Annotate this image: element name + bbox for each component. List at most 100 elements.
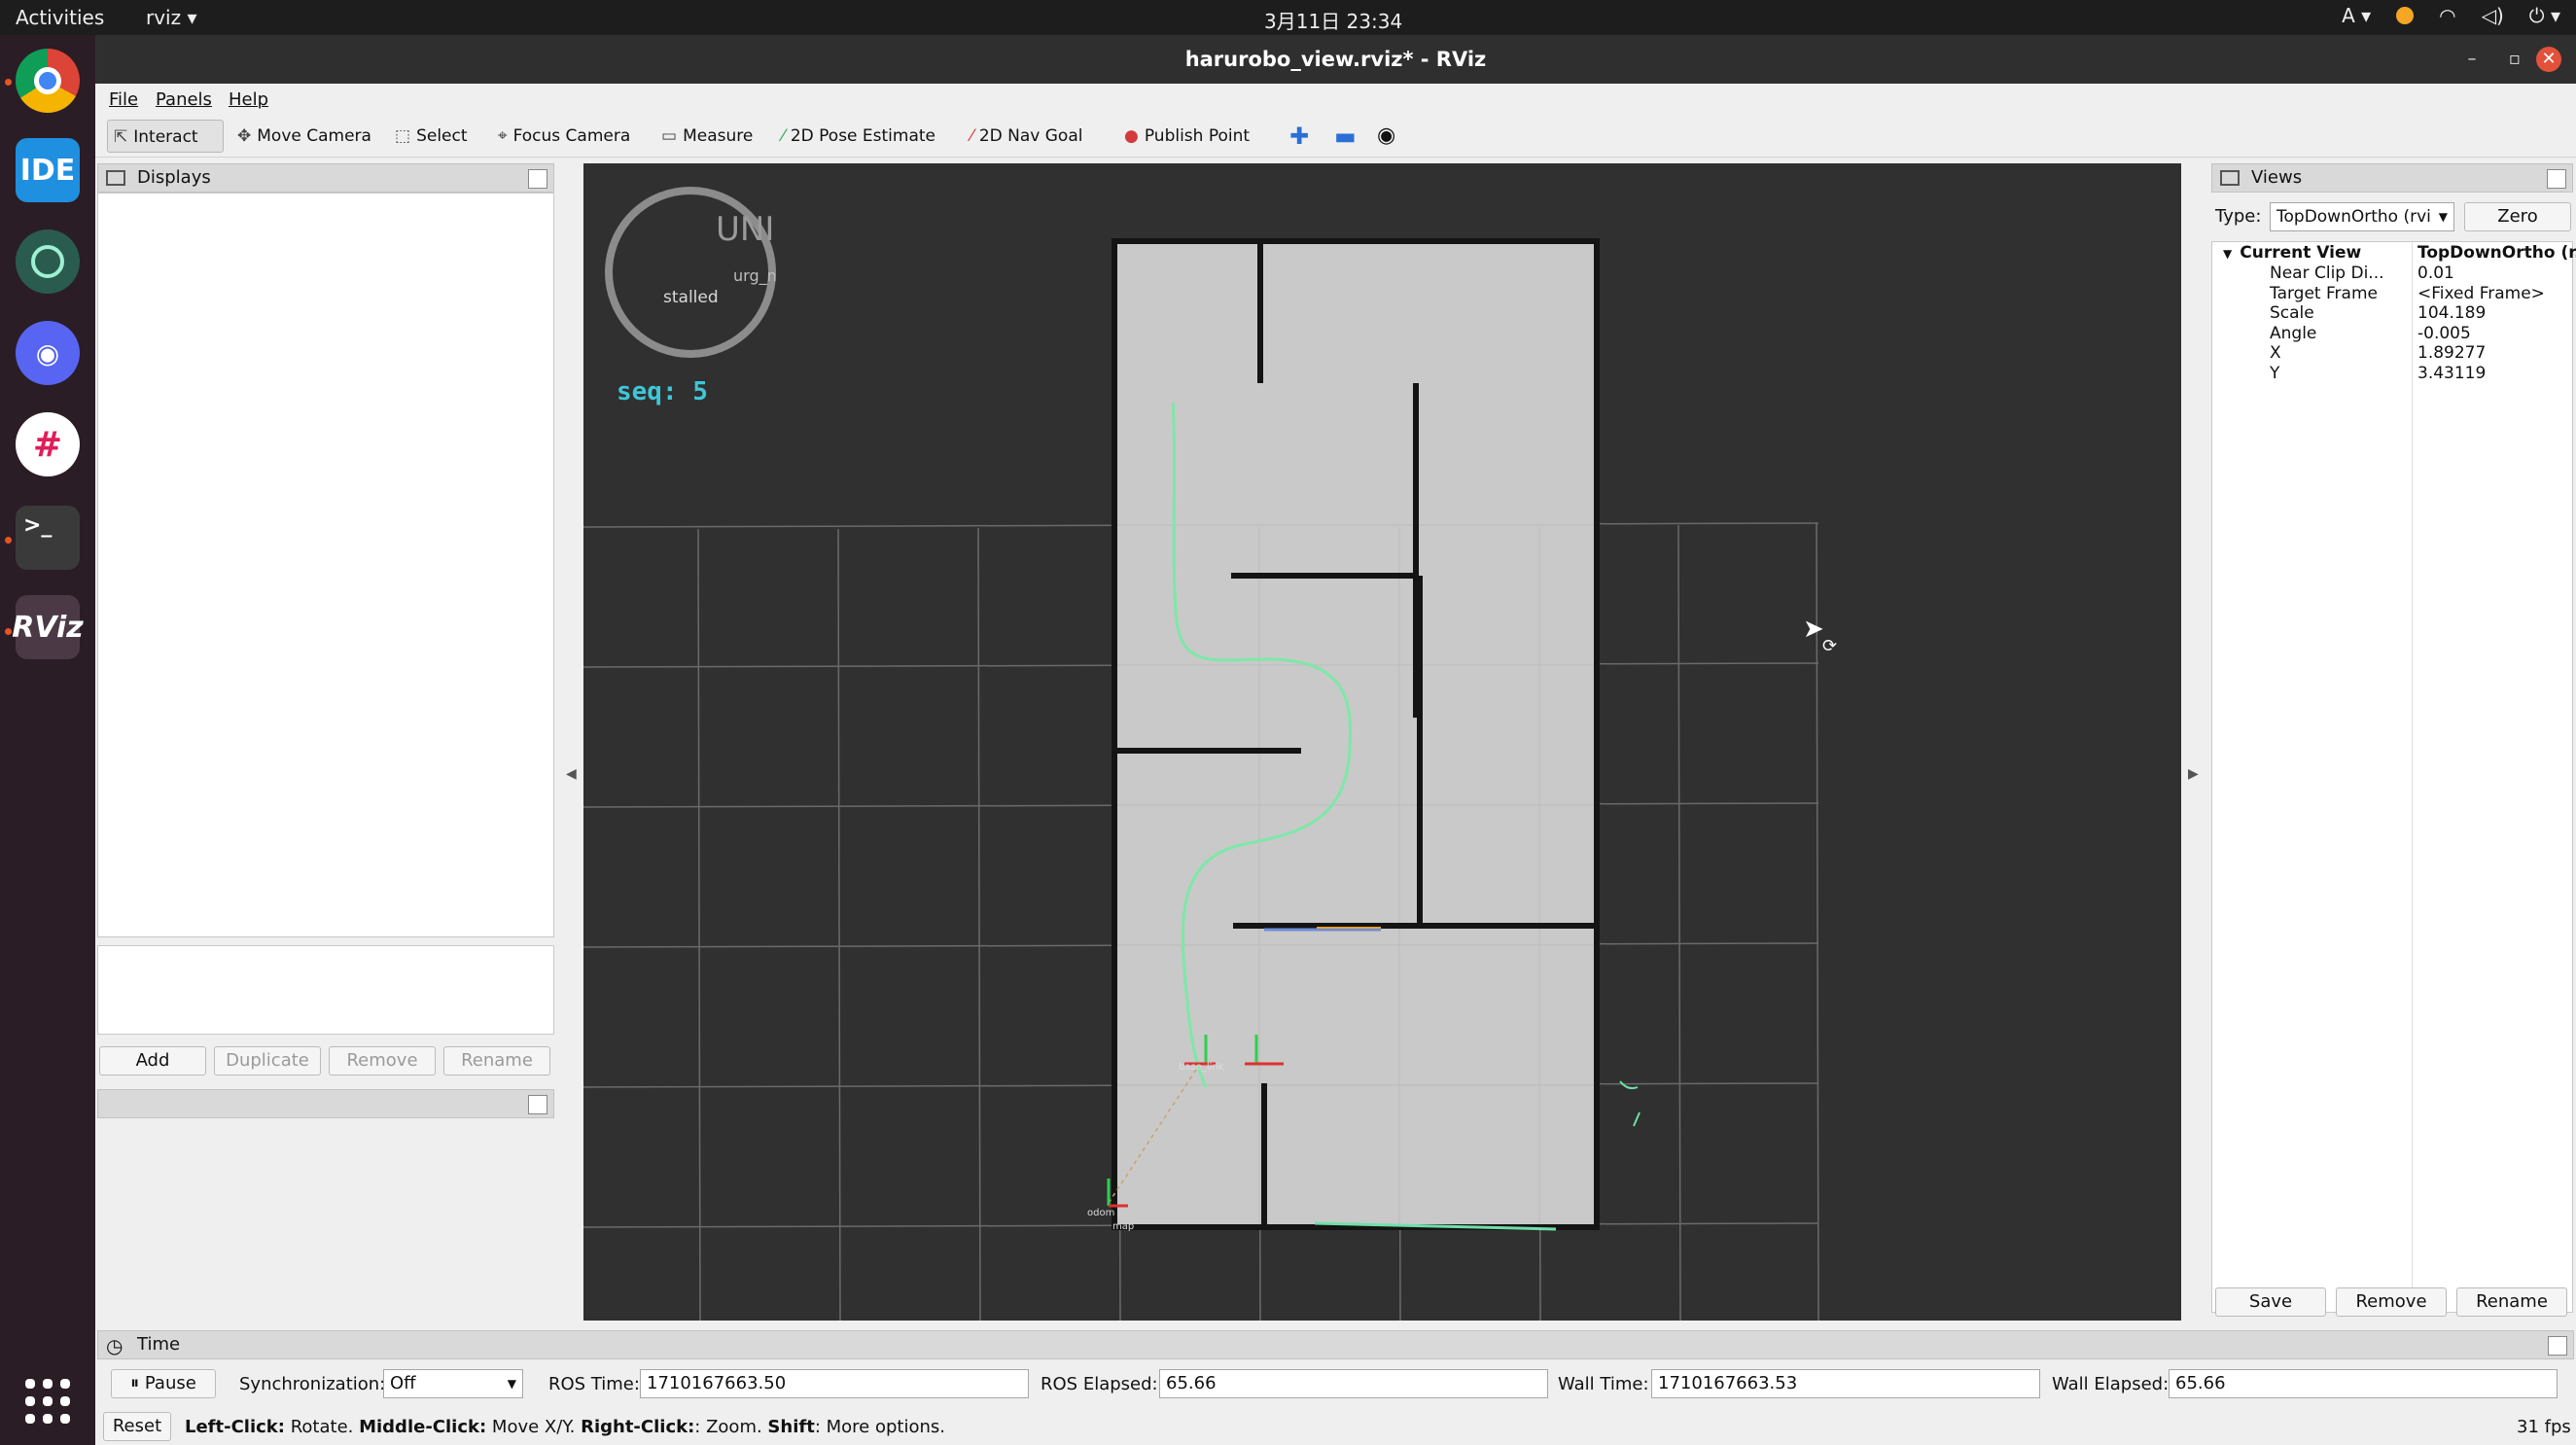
rename-view-button[interactable]: Rename: [2456, 1287, 2567, 1317]
remove-view-button[interactable]: Remove: [2336, 1287, 2447, 1317]
camera-icon: [2220, 170, 2240, 186]
views-panel-header[interactable]: Views: [2211, 163, 2573, 193]
map-pin-icon: ●: [1124, 126, 1139, 146]
show-apps-icon[interactable]: [25, 1379, 70, 1424]
menu-help[interactable]: Help: [229, 89, 268, 110]
expand-triangle-icon[interactable]: ▼: [2223, 247, 2232, 261]
running-indicator: [5, 79, 12, 86]
remove-tool-button[interactable]: ▬: [1328, 120, 1362, 153]
interact-tool[interactable]: ⇱ Interact: [107, 120, 224, 153]
system-tray[interactable]: A ▾ ◠ ◁) ⏻ ▾: [2342, 4, 2560, 27]
focus-camera-tool[interactable]: ⌖ Focus Camera: [492, 120, 636, 153]
view-prop-name: X: [2270, 343, 2281, 363]
current-view-value: TopDownOrtho (r...: [2417, 243, 2576, 263]
cursor-icon: ⇱: [114, 127, 128, 147]
zero-view-button[interactable]: Zero: [2464, 202, 2571, 231]
notification-dot-icon[interactable]: [2396, 7, 2415, 24]
wifi-icon[interactable]: ◠: [2439, 4, 2455, 27]
status-hint: Left-Click: Rotate. Middle-Click: Move X…: [185, 1417, 945, 1437]
power-icon[interactable]: ⏻ ▾: [2529, 4, 2560, 27]
view-prop-value[interactable]: 0.01: [2417, 264, 2454, 283]
activities-button[interactable]: Activities: [16, 6, 104, 29]
collapse-right-icon[interactable]: ▶: [2188, 766, 2199, 782]
sync-select[interactable]: Off ▼: [383, 1369, 523, 1398]
view-prop-name: Target Frame: [2270, 283, 2378, 303]
displays-tree[interactable]: [97, 193, 554, 937]
menu-file[interactable]: File: [109, 89, 138, 110]
pose-estimate-tool[interactable]: ⁄ 2D Pose Estimate: [776, 120, 941, 153]
time-panel-header[interactable]: ◷ Time: [97, 1330, 2574, 1359]
duplicate-display-button[interactable]: Duplicate: [214, 1046, 321, 1075]
measure-tool[interactable]: ▭ Measure: [655, 120, 759, 153]
seq-counter: seq: 5: [617, 377, 708, 406]
render-viewport[interactable]: UNI urg_n stalled seq: 5 base_link odom …: [583, 163, 2181, 1321]
view-type-select[interactable]: TopDownOrtho (rvi ▼: [2270, 202, 2454, 231]
close-button[interactable]: ✕: [2536, 47, 2561, 72]
volume-icon[interactable]: ◁): [2482, 4, 2504, 27]
undock-button[interactable]: [2548, 1336, 2567, 1356]
input-method-indicator[interactable]: A ▾: [2342, 4, 2371, 27]
tool-properties-button[interactable]: ◉: [1371, 120, 1401, 153]
slack-icon[interactable]: #: [16, 412, 80, 476]
current-view-row[interactable]: ▼ Current View: [2223, 243, 2361, 263]
menu-bar: File Panels Help: [95, 84, 2576, 115]
maximize-button[interactable]: ▫: [2502, 47, 2527, 72]
reset-button[interactable]: Reset: [103, 1412, 171, 1441]
wall-elapsed-field[interactable]: 65.66: [2169, 1369, 2558, 1398]
menu-panels[interactable]: Panels: [156, 89, 212, 110]
ide-icon[interactable]: IDE: [16, 138, 80, 202]
fps-counter: 31 fps: [2517, 1417, 2571, 1437]
pause-button[interactable]: ⏸ Pause: [111, 1369, 216, 1398]
discord-icon[interactable]: ◉: [16, 321, 80, 385]
rotate-cursor-icon: ⟳: [1822, 636, 1838, 656]
displays-panel-header[interactable]: Displays: [97, 163, 554, 193]
nav-goal-tool[interactable]: ⁄ 2D Nav Goal: [965, 120, 1088, 153]
view-prop-value[interactable]: -0.005: [2417, 324, 2471, 343]
app-menu[interactable]: rviz ▾: [146, 6, 197, 29]
add-display-button[interactable]: Add: [99, 1046, 206, 1075]
monitor-icon: [106, 170, 125, 186]
ros-time-field[interactable]: 1710167663.50: [640, 1369, 1029, 1398]
ruler-icon: ▭: [661, 126, 678, 146]
view-prop-value[interactable]: <Fixed Frame>: [2417, 284, 2545, 303]
minimize-button[interactable]: –: [2459, 47, 2485, 72]
overlay-subtitle: urg_n: [733, 266, 777, 285]
publish-point-tool[interactable]: ● Publish Point: [1118, 120, 1255, 153]
terminal-icon[interactable]: >_: [16, 506, 80, 570]
view-prop-value[interactable]: 104.189: [2417, 303, 2486, 323]
dock: IDE ◉ # >_ RViz: [0, 35, 95, 1445]
ros-elapsed-field[interactable]: 65.66: [1159, 1369, 1548, 1398]
running-indicator: [5, 537, 12, 544]
ros-elapsed-label: ROS Elapsed:: [1041, 1374, 1158, 1394]
gitkraken-icon[interactable]: [16, 229, 80, 294]
clock[interactable]: 3月11日 23:34: [1264, 6, 1402, 34]
mouse-cursor-icon: ➤: [1803, 615, 1824, 644]
undock-button[interactable]: [528, 1095, 547, 1114]
undock-button[interactable]: [528, 169, 547, 189]
empty-panel-header[interactable]: [97, 1089, 554, 1118]
add-tool-button[interactable]: ✚: [1284, 120, 1315, 153]
map-canvas[interactable]: [583, 163, 2181, 1321]
select-tool[interactable]: ⬚ Select: [389, 120, 474, 153]
rviz-icon[interactable]: RViz: [12, 595, 84, 659]
ros-time-label: ROS Time:: [548, 1374, 640, 1394]
collapse-left-icon[interactable]: ◀: [566, 766, 577, 782]
view-properties-tree[interactable]: [2211, 241, 2573, 1313]
overlay-title: UNI: [716, 210, 775, 249]
view-prop-value[interactable]: 1.89277: [2417, 343, 2486, 363]
frame-label-odom: odom: [1087, 1208, 1115, 1218]
chrome-icon[interactable]: [16, 49, 80, 113]
time-panel: ◷ Time ⏸ Pause Synchronization: Off ▼ RO…: [95, 1330, 2576, 1445]
undock-button[interactable]: [2547, 169, 2566, 189]
select-icon: ⬚: [395, 126, 411, 146]
view-prop-value[interactable]: 3.43119: [2417, 364, 2486, 383]
clock-icon: ◷: [106, 1334, 124, 1357]
rename-display-button[interactable]: Rename: [443, 1046, 550, 1075]
save-view-button[interactable]: Save: [2215, 1287, 2326, 1317]
remove-display-button[interactable]: Remove: [329, 1046, 436, 1075]
wall-time-field[interactable]: 1710167663.53: [1651, 1369, 2040, 1398]
move-camera-tool[interactable]: ✥ Move Camera: [231, 120, 377, 153]
window-titlebar[interactable]: harurobo_view.rviz* - RViz – ▫ ✕: [95, 35, 2576, 84]
view-prop-name: Near Clip Di...: [2270, 264, 2384, 283]
view-prop-name: Angle: [2270, 323, 2317, 343]
